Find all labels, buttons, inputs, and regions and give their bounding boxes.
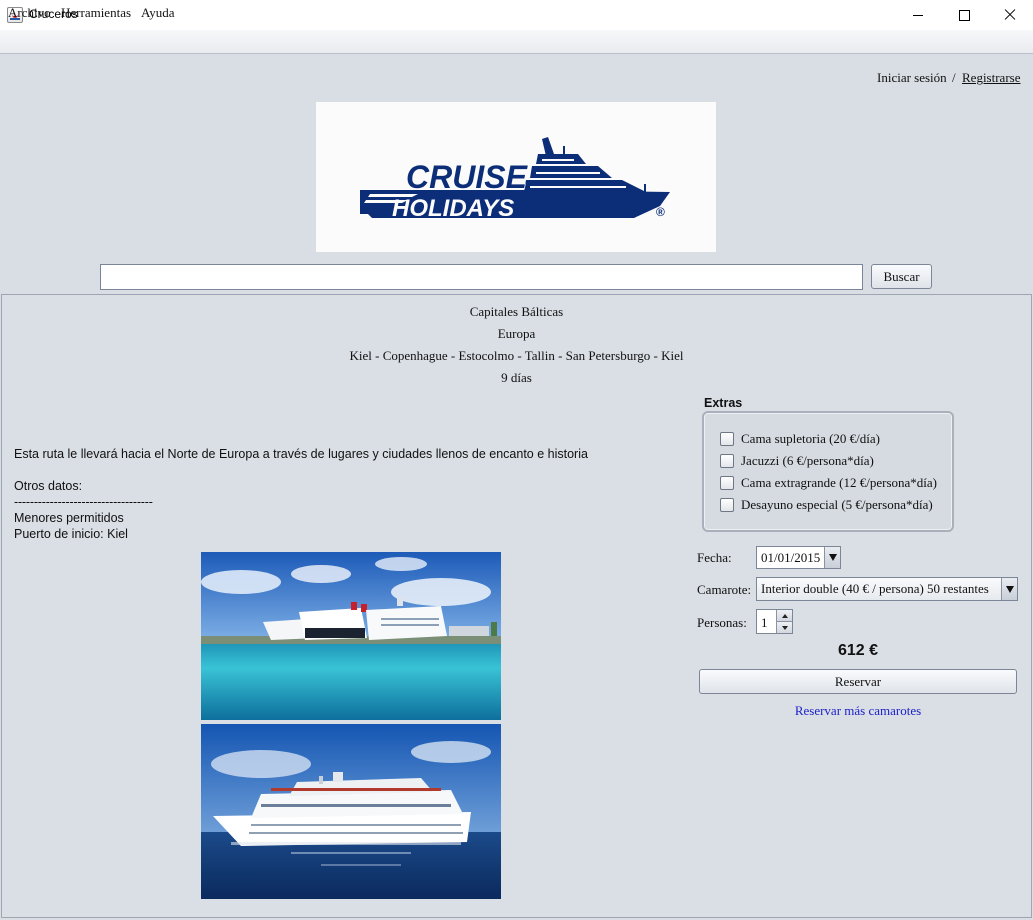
- increment-button[interactable]: [777, 610, 792, 622]
- link-separator: /: [952, 70, 956, 85]
- checkbox-cama-extragrande[interactable]: [720, 476, 734, 490]
- menu-bar: [0, 30, 1033, 54]
- text-divider: -----------------------------------: [14, 495, 153, 509]
- extra-cama-supletoria[interactable]: Cama supletoria (20 €/día): [720, 430, 880, 448]
- chevron-down-icon: [828, 554, 837, 561]
- reserve-more-cabins-link[interactable]: Reservar más camarotes: [699, 703, 1017, 719]
- extra-label: Jacuzzi (6 €/persona*día): [741, 453, 874, 468]
- cruise-holidays-logo: CRUISE HOLIDAYS ®: [316, 102, 716, 252]
- cruise-description: Esta ruta le llevará hacia el Norte de E…: [14, 447, 588, 461]
- fecha-dropdown-button[interactable]: [824, 547, 840, 568]
- cruise-detail-panel: [1, 294, 1032, 918]
- fecha-value: 01/01/2015: [761, 550, 821, 565]
- personas-value: 1: [761, 615, 768, 630]
- extra-cama-extragrande[interactable]: Cama extragrande (12 €/persona*día): [720, 474, 937, 492]
- login-link[interactable]: Iniciar sesión: [877, 70, 947, 86]
- checkbox-jacuzzi[interactable]: [720, 454, 734, 468]
- ship-logo-icon: CRUISE HOLIDAYS ®: [360, 137, 670, 222]
- search-input[interactable]: [100, 264, 863, 290]
- camarote-dropdown-button[interactable]: [1001, 578, 1017, 600]
- other-data-title: Otros datos:: [14, 479, 83, 493]
- personas-label: Personas:: [697, 615, 747, 630]
- logo-cruise-text: CRUISE: [406, 159, 529, 195]
- fecha-select[interactable]: 01/01/2015: [756, 546, 841, 569]
- extra-label: Cama extragrande (12 €/persona*día): [741, 475, 938, 490]
- menu-archivo[interactable]: Archivo: [8, 5, 51, 21]
- close-icon: [1004, 9, 1016, 21]
- camarote-value: Interior double (40 € / persona) 50 rest…: [761, 581, 989, 596]
- checkbox-cama-supletoria[interactable]: [720, 432, 734, 446]
- minimize-icon: [913, 14, 923, 16]
- personas-stepper[interactable]: 1: [756, 609, 793, 634]
- register-link[interactable]: Registrarse: [962, 70, 1020, 86]
- minimize-button[interactable]: [895, 0, 941, 30]
- cruise-duration: 9 días: [501, 370, 532, 385]
- registered-mark: ®: [656, 205, 665, 219]
- menu-ayuda[interactable]: Ayuda: [141, 5, 174, 21]
- maximize-icon: [958, 9, 970, 21]
- cruise-ship-photo: [201, 724, 501, 899]
- chevron-down-icon: [1005, 585, 1014, 593]
- close-button[interactable]: [987, 0, 1033, 30]
- logo-holidays-text: HOLIDAYS: [392, 195, 514, 222]
- search-button[interactable]: Buscar: [871, 264, 932, 289]
- fecha-label: Fecha:: [697, 550, 732, 565]
- chevron-up-icon: [781, 613, 788, 618]
- minors-allowed: Menores permitidos: [14, 511, 124, 525]
- start-port: Puerto de inicio: Kiel: [14, 527, 128, 541]
- total-price: 612 €: [837, 642, 879, 659]
- menu-herramientas[interactable]: Herramientas: [61, 5, 131, 21]
- extra-jacuzzi[interactable]: Jacuzzi (6 €/persona*día): [720, 452, 874, 470]
- chevron-down-icon: [781, 625, 788, 630]
- decrement-button[interactable]: [777, 622, 792, 633]
- cruise-ports: Kiel - Copenhague - Estocolmo - Tallin -…: [349, 348, 684, 363]
- extra-desayuno-especial[interactable]: Desayuno especial (5 €/persona*día): [720, 496, 933, 514]
- extra-label: Cama supletoria (20 €/día): [741, 431, 880, 446]
- cruise-region: Europa: [497, 326, 536, 341]
- extras-title: Extras: [704, 396, 743, 410]
- maximize-button[interactable]: [941, 0, 987, 30]
- extra-label: Desayuno especial (5 €/persona*día): [741, 497, 933, 512]
- reserve-button[interactable]: Reservar: [699, 669, 1017, 694]
- checkbox-desayuno-especial[interactable]: [720, 498, 734, 512]
- camarote-label: Camarote:: [697, 582, 752, 597]
- cruise-ships-port-photo: [201, 552, 501, 720]
- camarote-select[interactable]: Interior double (40 € / persona) 50 rest…: [756, 577, 1018, 601]
- cruise-name: Capitales Bálticas: [469, 304, 564, 319]
